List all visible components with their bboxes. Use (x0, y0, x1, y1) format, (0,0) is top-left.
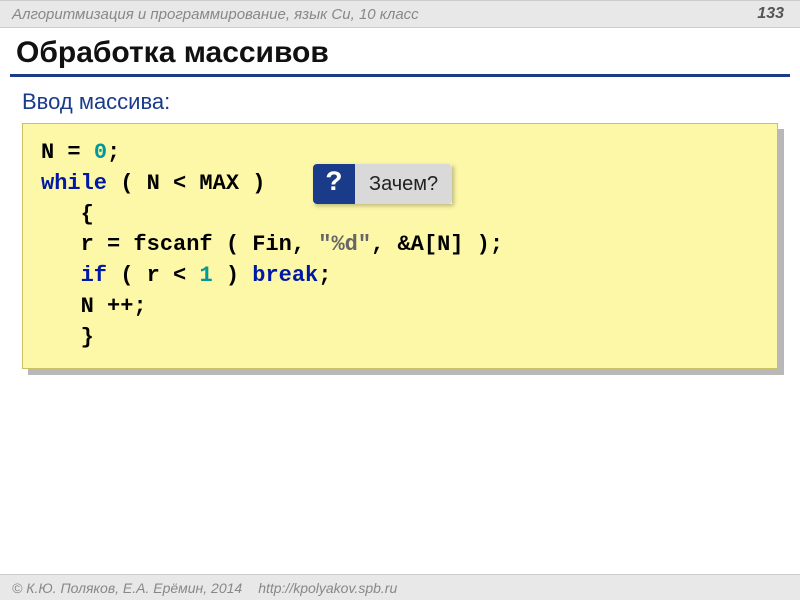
question-mark-icon: ? (313, 164, 355, 204)
copyright-text: © К.Ю. Поляков, Е.А. Ерёмин, 2014 (12, 580, 242, 596)
code-text: N = (41, 140, 94, 165)
code-number: 0 (94, 140, 107, 165)
code-keyword: break (252, 263, 318, 288)
title-underline (10, 74, 790, 77)
code-text: ; (318, 263, 331, 288)
callout: ? Зачем? (313, 164, 452, 204)
footer-bar: © К.Ю. Поляков, Е.А. Ерёмин, 2014 http:/… (0, 574, 800, 600)
code-text: { (41, 202, 94, 227)
code-text: N ++; (41, 294, 147, 319)
callout-label: Зачем? (355, 164, 452, 204)
slide-subtitle: Ввод массива: (0, 87, 800, 123)
footer-url: http://kpolyakov.spb.ru (258, 580, 397, 596)
code-keyword: while (41, 171, 107, 196)
code-text: r = fscanf ( Fin, (41, 232, 318, 257)
code-text: ; (107, 140, 120, 165)
code-block-wrap: N = 0; while ( N < MAX ) { r = fscanf ( … (22, 123, 778, 369)
course-label: Алгоритмизация и программирование, язык … (12, 6, 419, 23)
code-block: N = 0; while ( N < MAX ) { r = fscanf ( … (22, 123, 778, 369)
code-number: 1 (199, 263, 212, 288)
code-string: "%d" (318, 232, 371, 257)
code-text: ( N < MAX ) (107, 171, 265, 196)
code-text: ( r < (107, 263, 199, 288)
header-bar: Алгоритмизация и программирование, язык … (0, 0, 800, 28)
code-keyword: if (81, 263, 107, 288)
code-text: } (41, 325, 94, 350)
code-text (41, 263, 81, 288)
code-text: ) (213, 263, 253, 288)
page-number: 133 (757, 5, 784, 23)
slide-title: Обработка массивов (0, 28, 800, 74)
code-text: , &A[N] ); (371, 232, 503, 257)
